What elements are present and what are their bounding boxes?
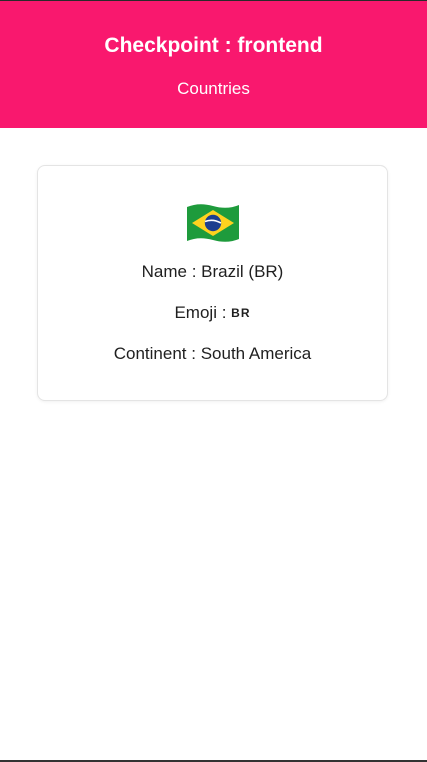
name-label: Name : <box>141 262 197 281</box>
continent-label: Continent : <box>113 344 196 363</box>
continent-value: South America <box>200 344 312 363</box>
country-name-line: Name : Brazil (BR) <box>38 261 387 283</box>
name-value: Brazil (BR) <box>201 262 284 281</box>
country-continent-line: Continent : South America <box>38 343 387 365</box>
country-card: Name : Brazil (BR) Emoji : BR Continent … <box>37 165 388 401</box>
page-header: Checkpoint : frontend Countries <box>0 1 427 128</box>
page-title: Checkpoint : frontend <box>104 34 323 57</box>
brazil-flag-icon <box>187 204 239 242</box>
emoji-value: BR <box>231 306 251 320</box>
country-emoji-line: Emoji : BR <box>38 302 387 324</box>
page-subtitle: Countries <box>177 79 250 98</box>
emoji-label: Emoji : <box>174 303 227 322</box>
